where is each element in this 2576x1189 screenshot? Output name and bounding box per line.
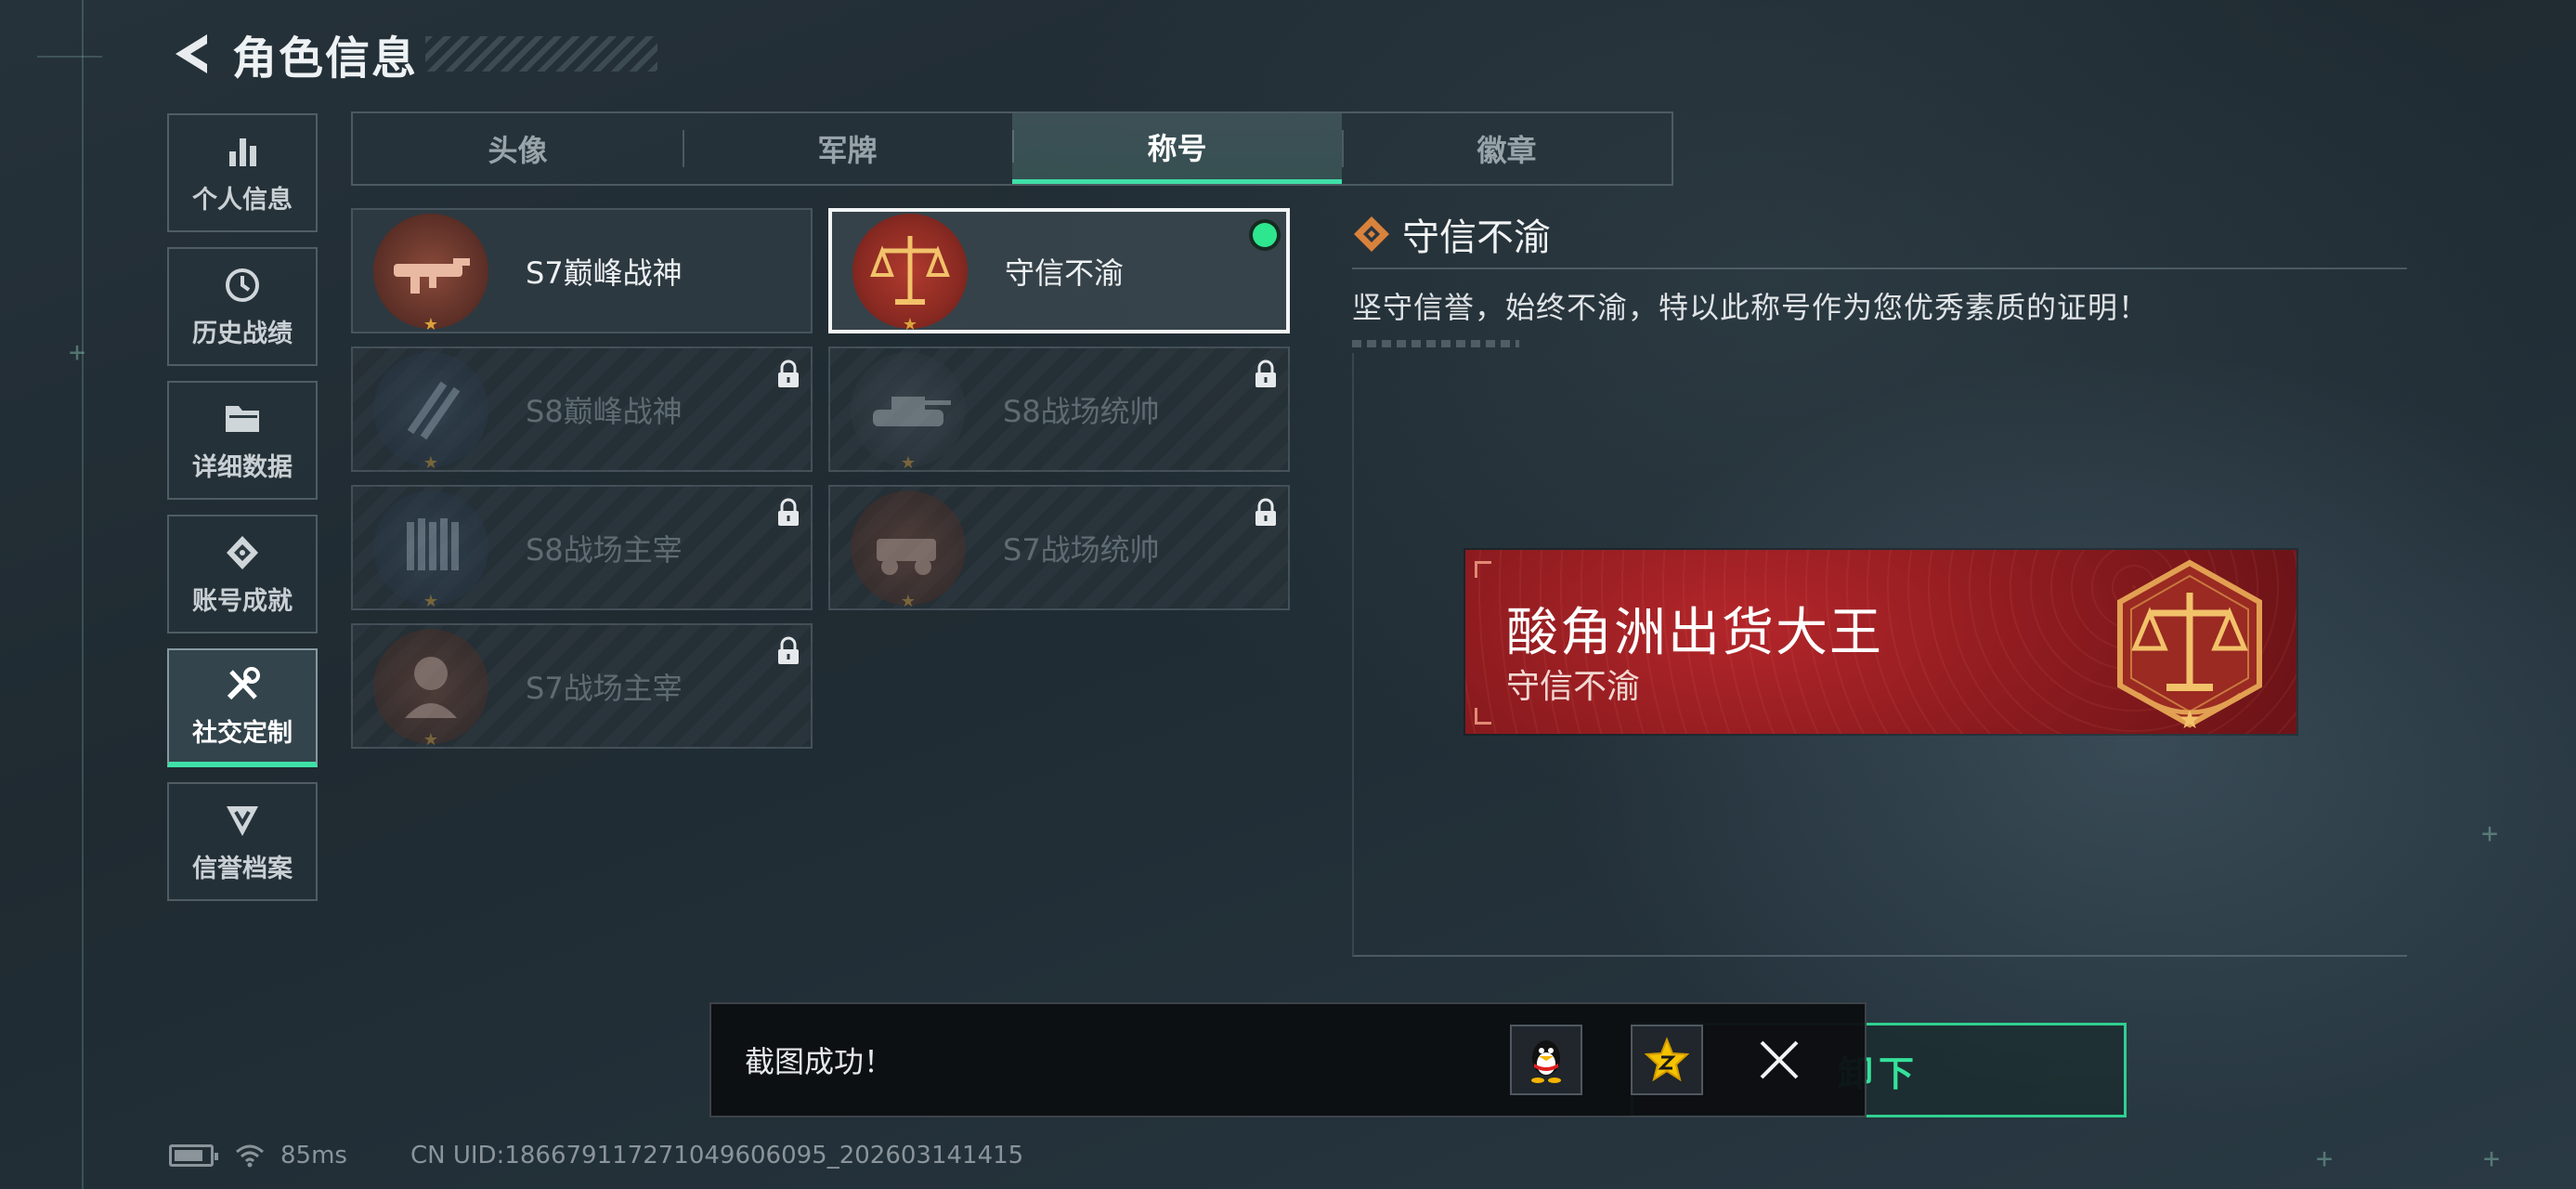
stripes-emblem-icon: ★ <box>373 351 488 473</box>
soldier-emblem-icon: ★ <box>373 628 488 750</box>
lock-icon <box>1255 359 1276 387</box>
nav-label: 个人信息 <box>192 185 293 215</box>
title-name: S7巅峰战神 <box>526 255 683 291</box>
close-icon <box>1760 1040 1799 1079</box>
tab-avatar[interactable]: 头像 <box>353 113 683 184</box>
detail-decoration <box>1352 340 1519 347</box>
tank-emblem-icon: ★ <box>851 351 966 473</box>
side-navigation: 个人信息 历史战绩 详细数据 账号成就 社交定制 信誉档案 <box>167 113 318 916</box>
qzone-star-icon <box>1644 1037 1690 1082</box>
title-name: 守信不渝 <box>1005 255 1125 291</box>
achievement-icon <box>222 532 263 573</box>
title-card-locked[interactable]: ★ S8战场统帅 <box>828 346 1290 473</box>
title-name: S7战场主宰 <box>526 670 683 706</box>
title-name: S8战场统帅 <box>1003 393 1160 429</box>
title-card-locked[interactable]: ★ S8巅峰战神 <box>351 346 813 473</box>
crosshair-mark: + <box>69 336 86 369</box>
screenshot-toast: 截图成功！ <box>709 1002 1867 1117</box>
category-tabs: 头像 军牌 称号 徽章 <box>351 111 1673 186</box>
banner-player-name: 酸角洲出货大王 <box>1506 603 1883 663</box>
status-bar: 85ms CN UID:18667911727104960609​5_20260… <box>169 1139 1023 1172</box>
title-card-locked[interactable]: ★ S7战场统帅 <box>828 485 1290 611</box>
lock-icon <box>778 498 799 526</box>
diamond-icon <box>1354 216 1389 252</box>
title-card-locked[interactable]: ★ S7战场主宰 <box>351 623 813 750</box>
wifi-icon <box>236 1144 264 1168</box>
lock-icon <box>778 636 799 664</box>
nav-item-social-custom[interactable]: 社交定制 <box>167 648 318 767</box>
decor-line-top <box>37 56 102 58</box>
title-card-selected[interactable]: ★ 守信不渝 <box>828 208 1290 334</box>
ping-value: 85ms <box>280 1142 347 1169</box>
title-detail-panel: 守信不渝 坚守信誉，始终不渝，特以此称号作为您优秀素质的证明！ <box>1352 206 2407 347</box>
history-clock-icon <box>222 265 263 306</box>
credit-shield-icon <box>222 800 263 841</box>
lock-icon <box>778 359 799 387</box>
back-button[interactable] <box>167 26 215 82</box>
nav-label: 详细数据 <box>192 452 293 482</box>
equipped-indicator <box>1253 223 1277 247</box>
nav-label: 信誉档案 <box>192 854 293 883</box>
vehicle-emblem-icon: ★ <box>851 490 966 611</box>
title-decoration <box>425 36 658 72</box>
detail-description: 坚守信誉，始终不渝，特以此称号作为您优秀素质的证明！ <box>1352 290 2150 325</box>
qq-penguin-icon <box>1531 1040 1561 1083</box>
share-qq-button[interactable] <box>1510 1025 1582 1095</box>
scales-emblem-icon: ★ <box>852 213 968 334</box>
decor-line-left <box>82 0 84 1189</box>
crosshair-mark: + <box>2316 1143 2334 1175</box>
folder-icon <box>222 399 263 439</box>
battery-icon <box>169 1144 218 1167</box>
page-title: 角色信息 <box>232 33 419 85</box>
title-name: S8战场主宰 <box>526 531 683 568</box>
title-banner-preview: 酸角洲出货大王 守信不渝 ★ <box>1465 550 2296 734</box>
toast-message: 截图成功！ <box>745 1044 894 1079</box>
tab-badge[interactable]: 徽章 <box>1342 113 1672 184</box>
bullets-emblem-icon: ★ <box>373 490 488 611</box>
rifle-emblem-icon: ★ <box>373 213 488 334</box>
bar-chart-icon <box>222 131 263 172</box>
nav-label: 账号成就 <box>192 586 293 616</box>
nav-item-credit-profile[interactable]: 信誉档案 <box>167 782 318 901</box>
nav-item-achievements[interactable]: 账号成就 <box>167 515 318 634</box>
title-name: S8巅峰战神 <box>526 393 683 429</box>
page-header: 角色信息 <box>167 20 658 87</box>
title-card[interactable]: ★ S7巅峰战神 <box>351 208 813 334</box>
tab-dog-tag[interactable]: 军牌 <box>683 113 1012 184</box>
back-arrow-icon <box>176 34 207 73</box>
nav-label: 历史战绩 <box>192 319 293 348</box>
user-uid: CN UID:18667911727104960609​5_2026031414… <box>410 1142 1024 1169</box>
toast-close-button[interactable] <box>1751 1032 1807 1088</box>
nav-item-history[interactable]: 历史战绩 <box>167 247 318 366</box>
banner-title: 守信不渝 <box>1506 668 1641 706</box>
title-name: S7战场统帅 <box>1003 531 1160 568</box>
nav-item-personal-info[interactable]: 个人信息 <box>167 113 318 232</box>
share-qzone-button[interactable] <box>1631 1025 1703 1095</box>
title-card-locked[interactable]: ★ S8战场主宰 <box>351 485 813 611</box>
crosshair-mark: + <box>2481 817 2499 850</box>
tools-icon <box>222 664 263 705</box>
svg-text:★: ★ <box>2178 704 2201 732</box>
nav-item-detailed-data[interactable]: 详细数据 <box>167 381 318 500</box>
scales-emblem-icon: ★ <box>2117 559 2262 732</box>
tab-title[interactable]: 称号 <box>1012 113 1342 184</box>
nav-label: 社交定制 <box>192 718 293 748</box>
detail-title: 守信不渝 <box>1402 216 1551 259</box>
detail-divider <box>1352 268 2407 269</box>
crosshair-mark: + <box>2483 1143 2501 1175</box>
lock-icon <box>1255 498 1276 526</box>
